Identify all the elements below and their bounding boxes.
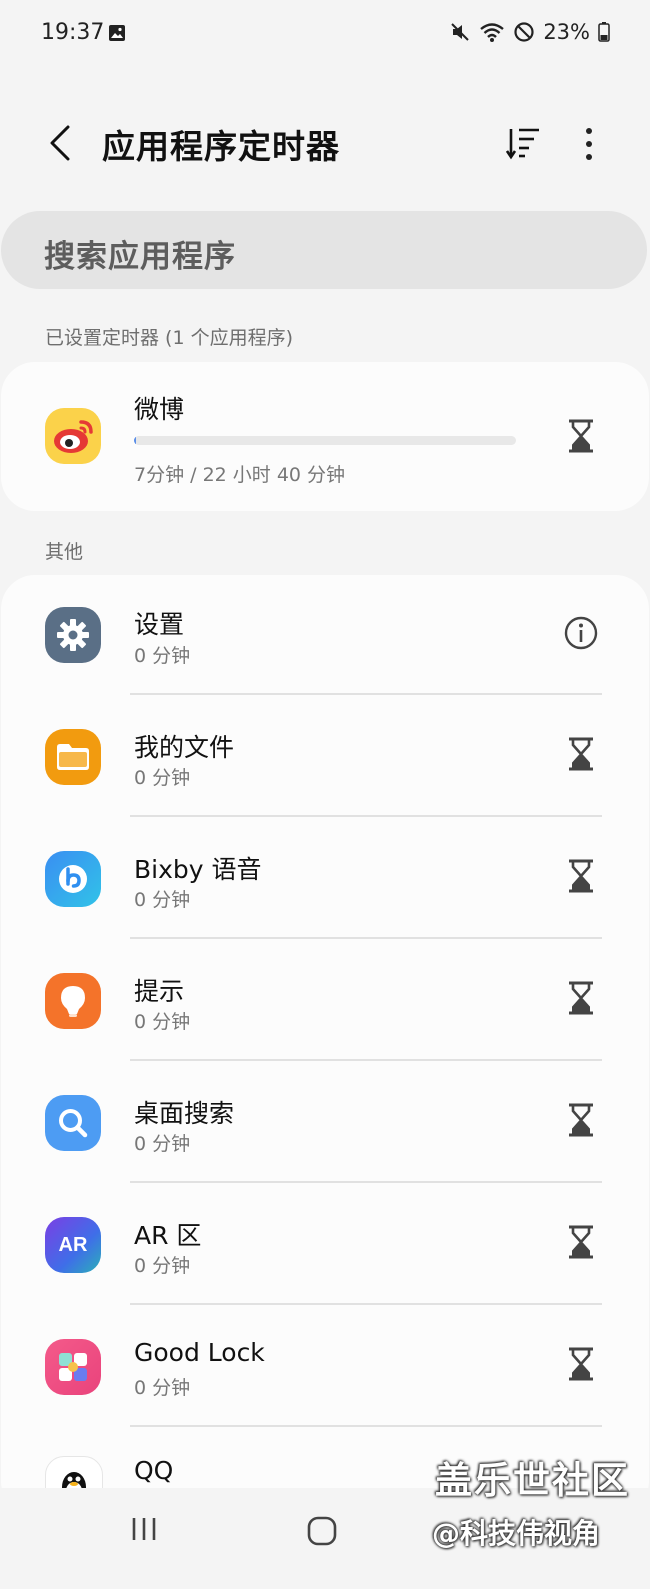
divider [130, 937, 602, 939]
list-item-tips[interactable]: 提示 0 分钟 [1, 940, 649, 1062]
app-usage: 0 分钟 [134, 1377, 191, 1399]
app-name: Bixby 语音 [134, 855, 262, 884]
app-name: QQ [134, 1456, 174, 1485]
ar-zone-icon-label: AR [58, 1233, 88, 1256]
battery-percent: 23% [543, 20, 590, 44]
hourglass-icon[interactable] [563, 1346, 599, 1382]
timer-apps-card: 微博 7分钟 / 22 小时 40 分钟 [1, 362, 649, 511]
divider [130, 693, 602, 695]
other-apps-card: 设置 0 分钟 我的文件 0 分钟 Bixby 语音 0 分钟 提示 0 分钟 … [1, 575, 649, 1515]
folder-icon [45, 729, 101, 785]
list-item-bixby-voice[interactable]: Bixby 语音 0 分钟 [1, 818, 649, 940]
hourglass-icon[interactable] [563, 1224, 599, 1260]
ar-zone-icon: AR [45, 1217, 101, 1273]
search-input[interactable]: 搜索应用程序 [1, 211, 647, 289]
app-usage: 0 分钟 [134, 1011, 191, 1033]
divider [130, 1059, 602, 1061]
hourglass-icon[interactable] [563, 858, 599, 894]
watermark-community: 盖乐世社区 [435, 1459, 630, 1502]
more-dot-icon [586, 154, 592, 160]
more-options-button[interactable] [574, 122, 604, 166]
app-name: 微博 [134, 395, 185, 424]
list-item-weibo[interactable]: 微博 7分钟 / 22 小时 40 分钟 [1, 362, 649, 511]
search-placeholder: 搜索应用程序 [44, 239, 236, 275]
page-title: 应用程序定时器 [102, 127, 340, 166]
app-name: AR 区 [134, 1221, 202, 1250]
chevron-left-icon [50, 125, 70, 161]
gallery-notification-icon [109, 25, 125, 41]
divider [130, 1303, 602, 1305]
sort-button[interactable] [505, 124, 546, 164]
battery-icon [598, 22, 610, 42]
recent-apps-button[interactable] [130, 1516, 158, 1542]
search-magnifier-icon [45, 1095, 101, 1151]
hourglass-icon[interactable] [563, 1102, 599, 1138]
more-dot-icon [586, 141, 592, 147]
usage-progress-fill [134, 436, 136, 445]
info-icon[interactable] [563, 615, 599, 651]
sort-icon [505, 128, 539, 160]
status-bar: 19:37 23% [0, 0, 650, 70]
weibo-icon [45, 408, 101, 464]
settings-gear-icon [45, 607, 101, 663]
do-not-disturb-icon [514, 22, 534, 42]
list-item-settings[interactable]: 设置 0 分钟 [1, 575, 649, 697]
app-usage: 0 分钟 [134, 1133, 191, 1155]
other-section-label: 其他 [45, 541, 84, 563]
mute-icon [451, 23, 470, 41]
app-usage: 0 分钟 [134, 889, 191, 911]
good-lock-icon [45, 1339, 101, 1395]
divider [130, 815, 602, 817]
home-button[interactable] [307, 1516, 337, 1546]
usage-progress-bar [134, 436, 516, 445]
app-usage: 0 分钟 [134, 1255, 191, 1277]
watermark-author: @科技伟视角 [432, 1517, 601, 1550]
list-item-my-files[interactable]: 我的文件 0 分钟 [1, 696, 649, 818]
app-usage: 0 分钟 [134, 645, 191, 667]
app-name: 桌面搜索 [134, 1099, 235, 1128]
status-icons: 23% [449, 20, 610, 44]
app-name: 设置 [134, 610, 185, 639]
hourglass-icon[interactable] [563, 736, 599, 772]
back-button[interactable] [40, 120, 80, 166]
hourglass-icon[interactable] [563, 980, 599, 1016]
lightbulb-icon [45, 973, 101, 1029]
list-item-ar-zone[interactable]: AR AR 区 0 分钟 [1, 1184, 649, 1306]
app-name: Good Lock [134, 1338, 265, 1367]
hourglass-icon[interactable] [563, 418, 599, 454]
app-usage: 0 分钟 [134, 767, 191, 789]
divider [130, 1181, 602, 1183]
app-usage: 7分钟 / 22 小时 40 分钟 [134, 464, 346, 486]
list-item-finder[interactable]: 桌面搜索 0 分钟 [1, 1062, 649, 1184]
timer-section-label: 已设置定时器 (1 个应用程序) [45, 327, 293, 349]
divider [130, 1425, 602, 1427]
status-time: 19:37 [41, 20, 105, 45]
app-name: 提示 [134, 977, 185, 1006]
list-item-good-lock[interactable]: Good Lock 0 分钟 [1, 1306, 649, 1428]
bixby-icon [45, 851, 101, 907]
qq-penguin-icon [45, 1456, 103, 1488]
app-name: 我的文件 [134, 733, 235, 762]
more-dot-icon [586, 128, 592, 134]
app-bar: 应用程序定时器 [0, 100, 650, 190]
wifi-icon [480, 23, 505, 42]
